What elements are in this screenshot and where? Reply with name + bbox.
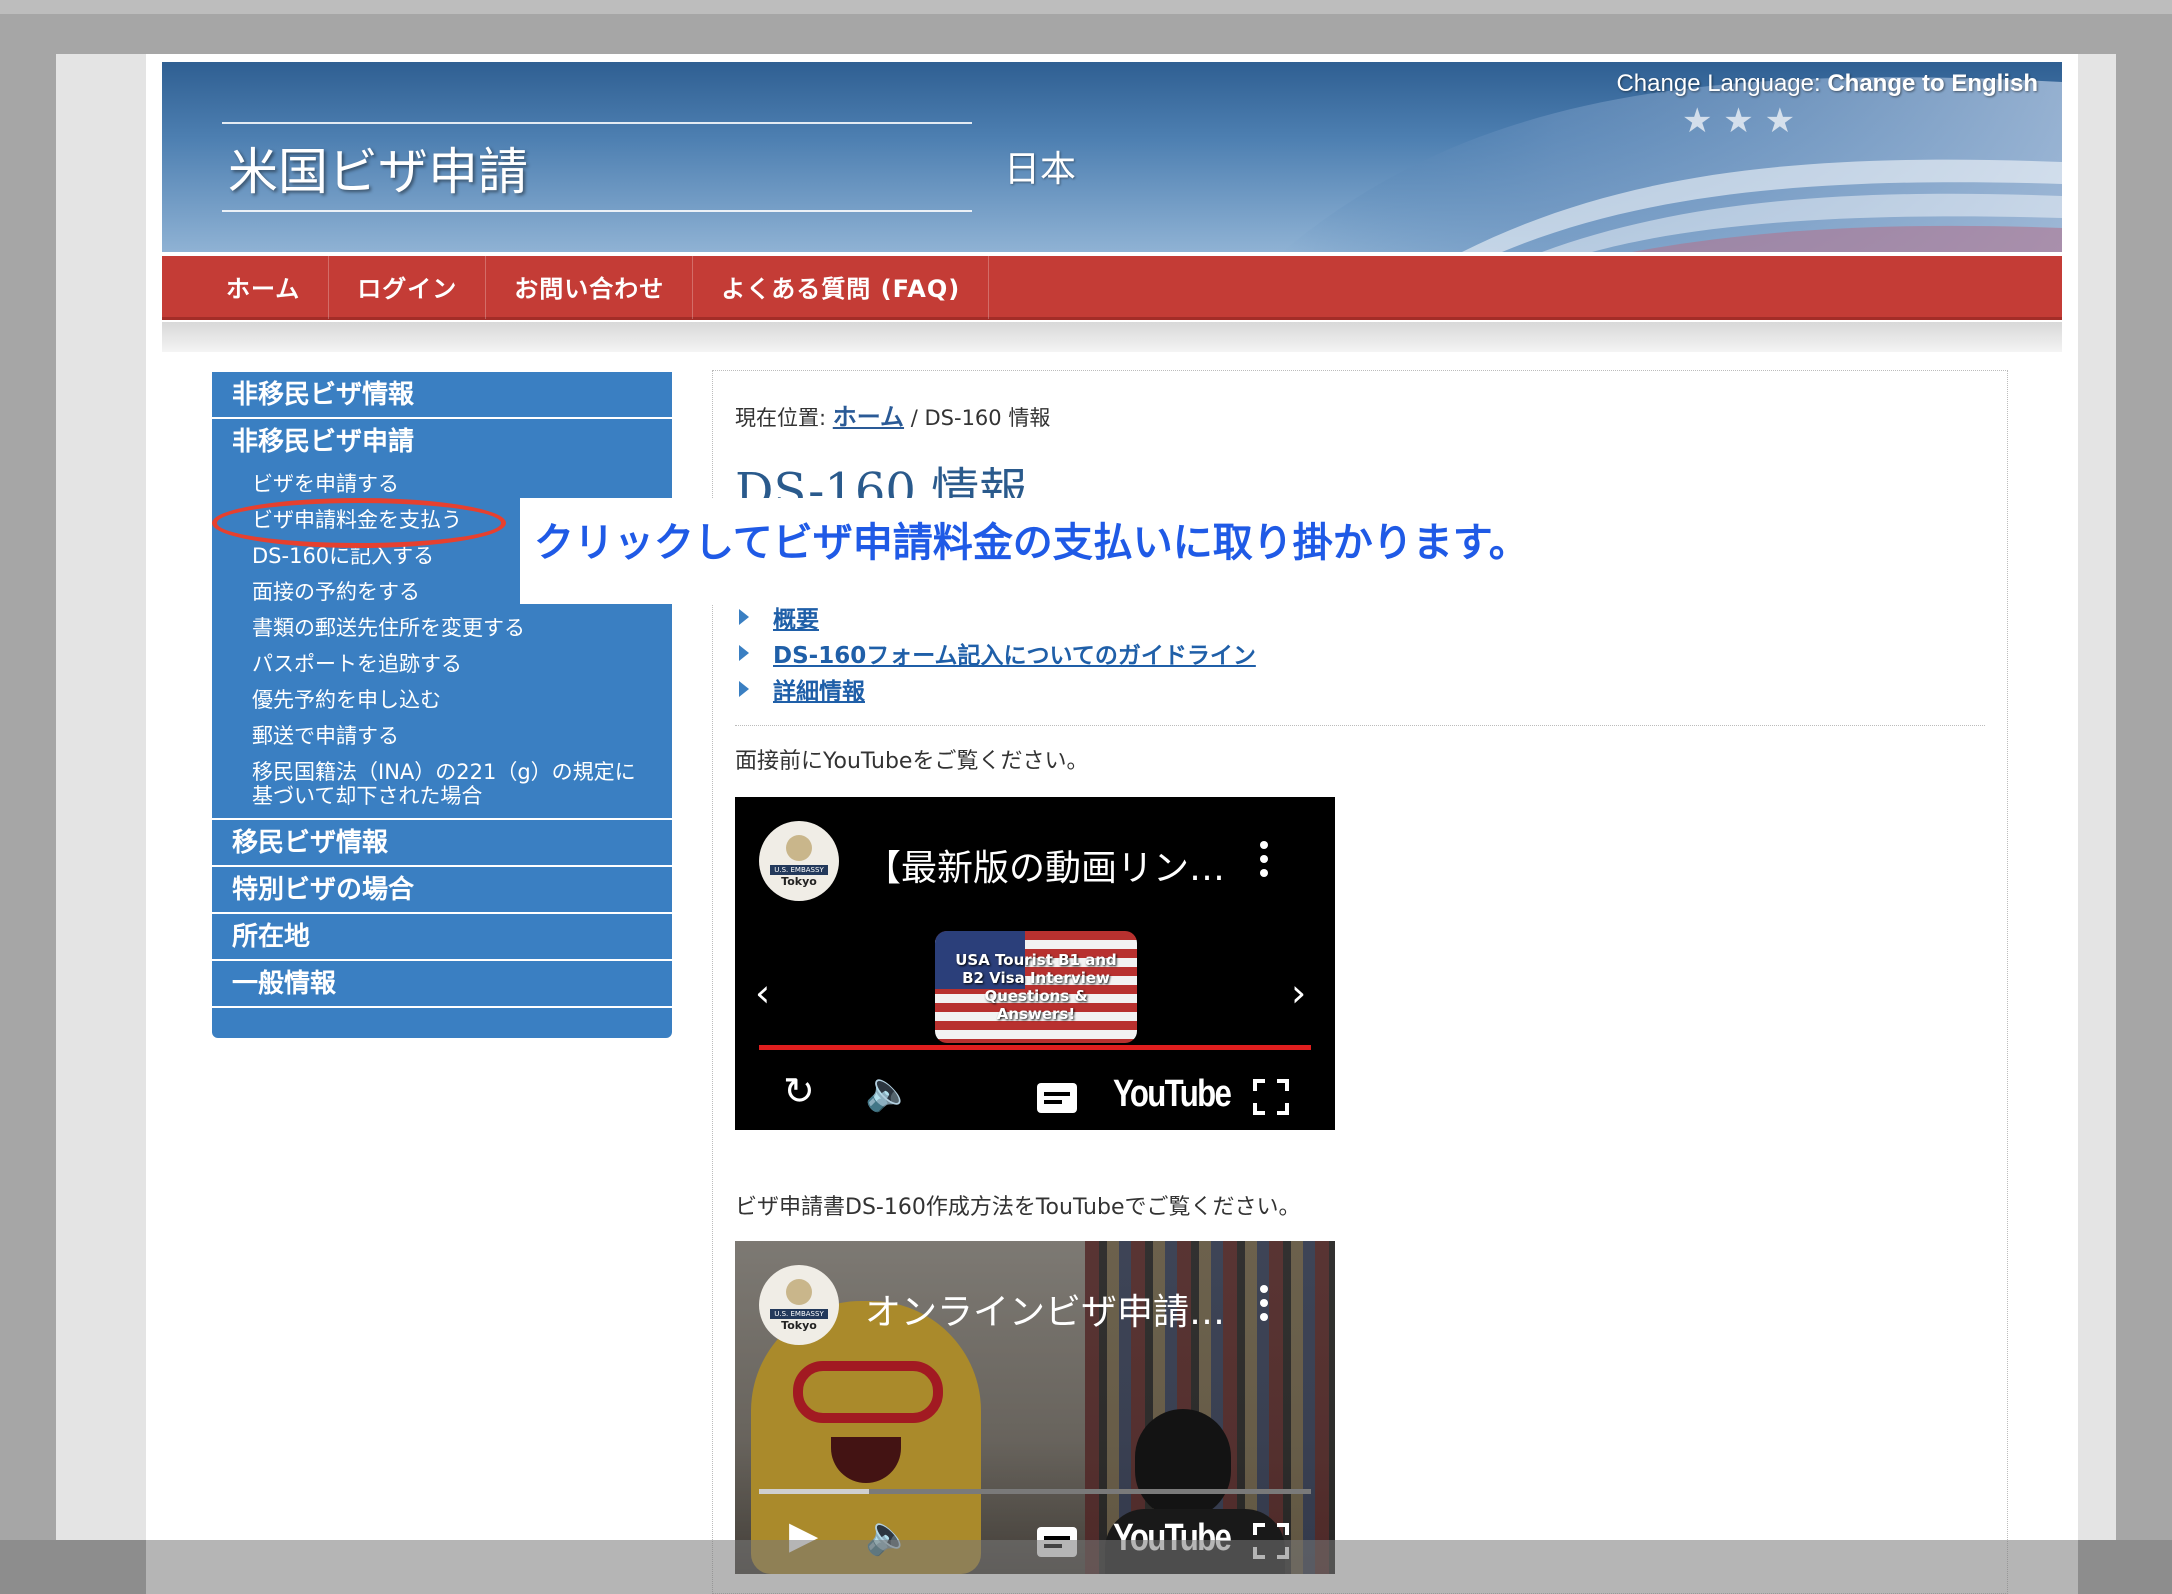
bottom-overlay	[0, 1540, 2172, 1594]
captions-icon[interactable]	[1037, 1083, 1077, 1113]
highlight-oval	[212, 498, 506, 548]
sidebar-item-special-visa[interactable]: 特別ビザの場合	[212, 867, 672, 914]
breadcrumb-home-link[interactable]: ホーム	[833, 403, 904, 431]
svg-text:★ ★ ★: ★ ★ ★	[1682, 101, 1795, 141]
sidebar-item-nonimmigrant-apply[interactable]: 非移民ビザ申請	[212, 419, 672, 466]
toc-item: DS-160フォーム記入についてのガイドライン	[735, 635, 1256, 671]
video-controls: ↻ 🔈 YouTube	[735, 1059, 1335, 1129]
table-of-contents: 概要 DS-160フォーム記入についてのガイドライン 詳細情報	[735, 599, 1256, 707]
sidebar-sub-mail[interactable]: 郵送で申請する	[212, 718, 672, 754]
triangle-bullet-icon	[739, 681, 749, 697]
site-title-box: 米国ビザ申請	[222, 122, 972, 212]
video-progress-bar[interactable]	[759, 1045, 1311, 1050]
sidebar-item-nonimmigrant-info[interactable]: 非移民ビザ情報	[212, 372, 672, 419]
channel-avatar-label: U.S. EMBASSY	[770, 864, 828, 875]
channel-avatar[interactable]: U.S. EMBASSY Tokyo	[759, 821, 839, 901]
toc-item: 詳細情報	[735, 671, 1256, 707]
embassy-seal-icon	[786, 1278, 812, 1305]
youtube-video-2[interactable]: U.S. EMBASSY Tokyo オンラインビザ申請… ▶ 🔈 YouTub…	[735, 1241, 1335, 1574]
sidebar-sub-address[interactable]: 書類の郵送先住所を変更する	[212, 610, 672, 646]
country-label: 日本	[1004, 149, 1077, 190]
video2-caption: ビザ申請書DS-160作成方法をTouTubeでご覧ください。	[735, 1195, 1301, 1220]
header-banner: ★ ★ ★ 米国ビザ申請 日本 Change Language: Change …	[162, 62, 2062, 252]
video-progress-fill	[759, 1045, 1311, 1050]
site-title: 米国ビザ申請	[228, 143, 528, 201]
thumbnail-text: USA Tourist B1 and B2 Visa Interview Que…	[955, 951, 1117, 1023]
sidebar-sub-apply-visa[interactable]: ビザを申請する	[212, 466, 672, 502]
sidebar-item-general-info[interactable]: 一般情報	[212, 961, 672, 1008]
sidebar-item-locations[interactable]: 所在地	[212, 914, 672, 961]
playlist-thumbnail[interactable]: USA Tourist B1 and B2 Visa Interview Que…	[935, 931, 1137, 1043]
language-label: Change Language:	[1616, 70, 1821, 97]
sidebar-sub-221g-line1: 移民国籍法（INA）の221（g）の規定に	[252, 760, 636, 784]
nav-home[interactable]: ホーム	[162, 254, 330, 319]
nav-faq[interactable]: よくある質問 (FAQ)	[693, 254, 990, 319]
triangle-bullet-icon	[739, 609, 749, 625]
annotation-text: クリックしてビザ申請料金の支払いに取り掛かります。	[534, 520, 1529, 566]
sidebar: 非移民ビザ情報 非移民ビザ申請 ビザを申請する ビザ申請料金を支払う DS-16…	[212, 372, 672, 1038]
nav-contact[interactable]: お問い合わせ	[486, 254, 694, 319]
video-progress-bar[interactable]	[759, 1489, 1311, 1494]
video-title[interactable]: 【最新版の動画リン…	[865, 839, 1225, 891]
sidebar-group-nonimmigrant-apply: 非移民ビザ申請 ビザを申請する ビザ申請料金を支払う DS-160に記入する 面…	[212, 419, 672, 820]
change-to-english-link[interactable]: Change to English	[1827, 70, 2038, 97]
annotation-callout: クリックしてビザ申請料金の支払いに取り掛かります。	[520, 498, 1610, 604]
video-title[interactable]: オンラインビザ申請…	[865, 1283, 1225, 1335]
video-progress-fill	[759, 1489, 870, 1494]
toc-link-overview[interactable]: 概要	[773, 600, 819, 634]
breadcrumb-prefix: 現在位置:	[735, 406, 827, 430]
sidebar-sub-track-passport[interactable]: パスポートを追跡する	[212, 646, 672, 682]
video1-caption: 面接前にYouTubeをご覧ください。	[735, 749, 1089, 774]
language-switch: Change Language: Change to English	[1616, 70, 2038, 98]
volume-icon[interactable]: 🔈	[865, 1069, 912, 1114]
breadcrumb: 現在位置: ホーム / DS-160 情報	[735, 397, 1050, 432]
sidebar-item-immigrant-info[interactable]: 移民ビザ情報	[212, 820, 672, 867]
sidebar-sub-221g[interactable]: 移民国籍法（INA）の221（g）の規定に 基づいて却下された場合	[212, 754, 672, 812]
chevron-right-icon[interactable]: ›	[1291, 971, 1306, 1015]
channel-avatar-city: Tokyo	[781, 874, 817, 888]
fullscreen-icon[interactable]	[1253, 1079, 1289, 1115]
section-divider	[735, 725, 1985, 726]
replay-icon[interactable]: ↻	[783, 1069, 815, 1113]
main-nav: ホーム ログイン お問い合わせ よくある質問 (FAQ)	[162, 254, 2062, 320]
triangle-bullet-icon	[739, 645, 749, 661]
more-vertical-icon[interactable]	[1259, 841, 1269, 877]
toc-link-guidelines[interactable]: DS-160フォーム記入についてのガイドライン	[773, 636, 1256, 670]
more-vertical-icon[interactable]	[1259, 1285, 1269, 1321]
channel-avatar[interactable]: U.S. EMBASSY Tokyo	[759, 1265, 839, 1345]
toc-link-details[interactable]: 詳細情報	[773, 672, 865, 706]
nav-login[interactable]: ログイン	[329, 254, 487, 319]
browser-top-band	[0, 0, 2172, 14]
channel-avatar-label: U.S. EMBASSY	[770, 1308, 828, 1319]
channel-avatar-city: Tokyo	[781, 1318, 817, 1332]
chevron-left-icon[interactable]: ‹	[755, 971, 770, 1015]
youtube-video-1[interactable]: U.S. EMBASSY Tokyo 【最新版の動画リン… ‹ › USA To…	[735, 797, 1335, 1130]
youtube-logo[interactable]: YouTube	[1113, 1073, 1232, 1116]
sidebar-sub-221g-line2: 基づいて却下された場合	[252, 784, 483, 808]
sidebar-sub-priority[interactable]: 優先予約を申し込む	[212, 682, 672, 718]
breadcrumb-current: / DS-160 情報	[910, 406, 1051, 430]
embassy-seal-icon	[786, 834, 812, 861]
content-top-band	[162, 322, 2062, 352]
toc-item: 概要	[735, 599, 1256, 635]
